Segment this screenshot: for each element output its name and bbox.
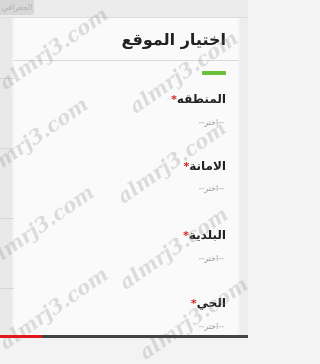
district-select[interactable]: --اختر-- [198, 322, 224, 331]
title-divider [14, 60, 238, 61]
municipality-select[interactable]: --اختر-- [198, 184, 224, 193]
top-tab[interactable]: الجغرافي [0, 0, 34, 15]
accent-bar [202, 71, 226, 75]
location-panel [14, 18, 238, 338]
right-edge [240, 18, 248, 338]
region-label: المنطقه* [168, 92, 226, 106]
region-select[interactable]: --اختر-- [198, 118, 224, 127]
panel-title: اختيار الموقع [121, 30, 226, 49]
background-list [0, 18, 104, 338]
municipality-label: الامانة* [180, 159, 226, 173]
municipality-label-text: الامانة [189, 159, 226, 173]
region-label-text: المنطقه [176, 92, 226, 106]
city-council-label: البلدية* [180, 228, 226, 242]
district-label-text: الحي [196, 296, 226, 310]
district-label: الحي* [188, 296, 226, 310]
city-council-select[interactable]: --اختر-- [198, 254, 224, 263]
top-bar: الجغرافي [0, 0, 248, 18]
city-council-label-text: البلدية [188, 228, 226, 242]
